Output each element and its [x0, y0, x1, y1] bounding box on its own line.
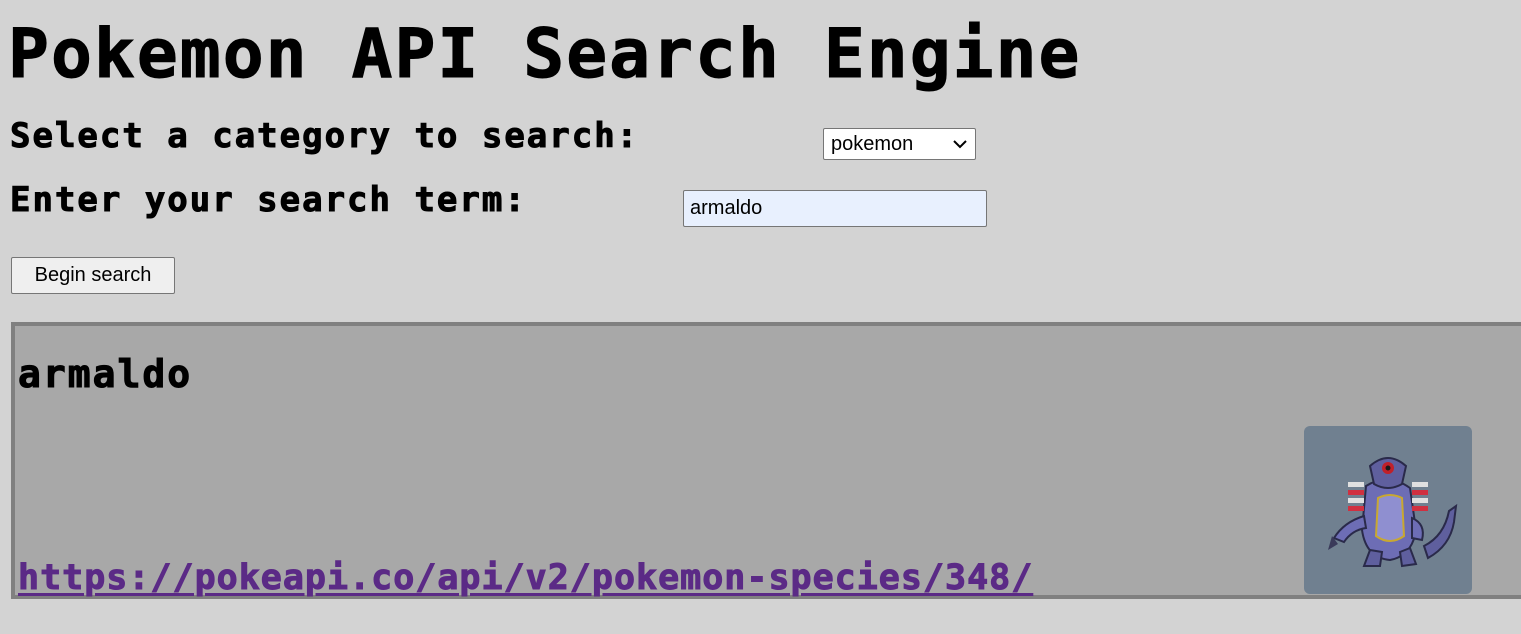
- result-name: armaldo: [17, 352, 193, 397]
- search-term-label: Enter your search term:: [10, 180, 527, 221]
- category-select[interactable]: pokemon: [823, 128, 976, 160]
- category-label: Select a category to search:: [9, 116, 640, 157]
- pokemon-sprite: [1304, 426, 1472, 594]
- result-card: armaldo https://pokeapi.co/api/v2/pokemo…: [11, 322, 1521, 599]
- chevron-down-icon: [945, 129, 975, 159]
- begin-search-button[interactable]: Begin search: [11, 257, 175, 294]
- page-title: Pokemon API Search Engine: [8, 15, 1082, 95]
- category-select-value: pokemon: [831, 132, 914, 155]
- species-link[interactable]: https://pokeapi.co/api/v2/pokemon-specie…: [17, 558, 1033, 599]
- search-input[interactable]: [683, 190, 987, 227]
- armaldo-sprite-icon: [1328, 457, 1458, 568]
